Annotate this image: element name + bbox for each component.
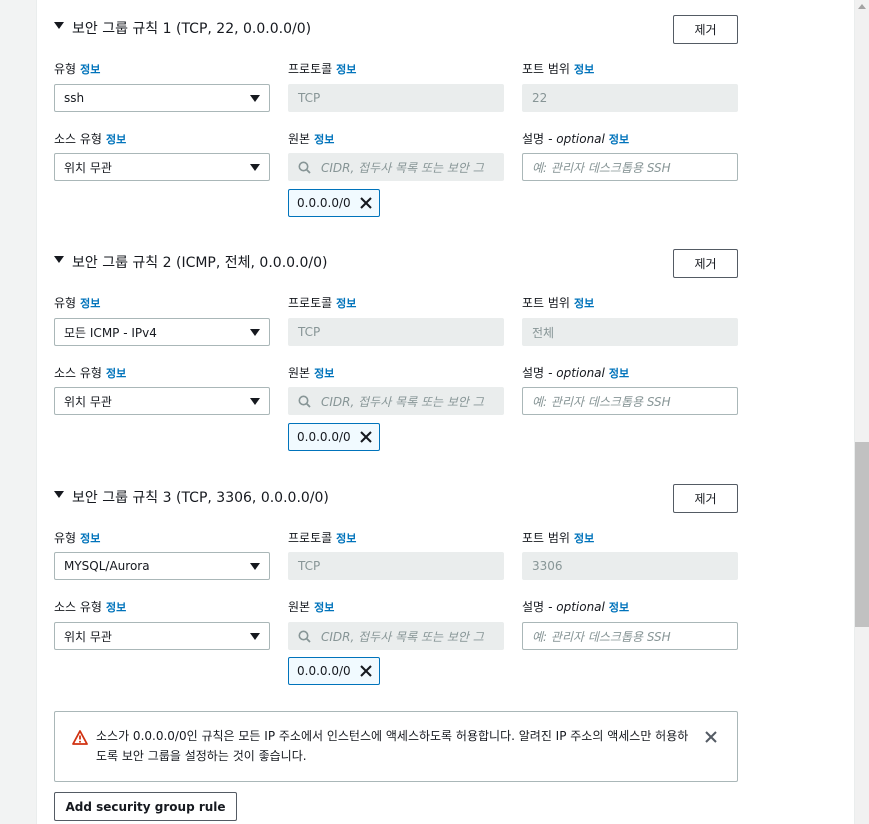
search-icon	[298, 395, 311, 408]
source-search-input[interactable]: CIDR, 접두사 목록 또는 보안 그	[288, 153, 504, 181]
close-icon[interactable]	[359, 664, 373, 678]
port-range-field: 3306	[522, 552, 738, 580]
info-link[interactable]: 정보	[80, 61, 100, 77]
source-search-input[interactable]: CIDR, 접두사 목록 또는 보안 그	[288, 622, 504, 650]
info-link[interactable]: 정보	[106, 365, 126, 381]
type-select[interactable]: 모든 ICMP - IPv4	[54, 318, 270, 346]
close-icon[interactable]	[359, 430, 373, 444]
protocol-field: TCP	[288, 318, 504, 346]
info-link[interactable]: 정보	[314, 365, 334, 381]
remove-rule-button[interactable]: 제거	[673, 249, 738, 278]
source-type-label: 소스 유형 정보	[54, 131, 127, 147]
port-range-label: 포트 범위 정보	[522, 295, 595, 311]
caret-down-icon	[54, 21, 64, 29]
add-security-group-rule-button[interactable]: Add security group rule	[54, 792, 237, 821]
protocol-label: 프로토콜 정보	[288, 295, 357, 311]
protocol-field: TCP	[288, 84, 504, 112]
info-link[interactable]: 정보	[609, 599, 629, 615]
scrollbar-thumb[interactable]	[855, 442, 869, 627]
alert-message: 소스가 0.0.0.0/0인 규칙은 모든 IP 주소에서 인스턴스에 액세스하…	[96, 729, 689, 763]
caret-down-icon	[250, 164, 260, 171]
type-label: 유형 정보	[54, 295, 101, 311]
info-link[interactable]: 정보	[609, 131, 629, 147]
vertical-scrollbar[interactable]	[855, 0, 869, 824]
source-token: 0.0.0.0/0	[288, 423, 380, 451]
source-token: 0.0.0.0/0	[288, 189, 380, 217]
type-select[interactable]: MYSQL/Aurora	[54, 552, 270, 580]
rule-title: 보안 그룹 규칙 2 (ICMP, 전체, 0.0.0.0/0)	[72, 255, 328, 271]
source-label: 원본 정보	[288, 365, 335, 381]
caret-down-icon	[250, 398, 260, 405]
remove-rule-button[interactable]: 제거	[673, 484, 738, 513]
security-group-rule-3: 보안 그룹 규칙 3 (TCP, 3306, 0.0.0.0/0) 제거 유형 정…	[0, 469, 869, 703]
type-select[interactable]: ssh	[54, 84, 270, 112]
description-label: 설명 - optional 정보	[522, 365, 630, 381]
info-link[interactable]: 정보	[574, 61, 594, 77]
description-input[interactable]: 예: 관리자 데스크톱용 SSH	[522, 387, 738, 415]
info-link[interactable]: 정보	[574, 530, 594, 546]
warning-icon	[72, 730, 88, 745]
info-link[interactable]: 정보	[80, 530, 100, 546]
info-link[interactable]: 정보	[574, 295, 594, 311]
port-range-field: 전체	[522, 318, 738, 346]
info-link[interactable]: 정보	[336, 530, 356, 546]
caret-down-icon	[250, 95, 260, 102]
info-link[interactable]: 정보	[80, 295, 100, 311]
info-link[interactable]: 정보	[314, 131, 334, 147]
search-icon	[298, 161, 311, 174]
source-type-label: 소스 유형 정보	[54, 599, 127, 615]
remove-rule-button[interactable]: 제거	[673, 15, 738, 44]
info-link[interactable]: 정보	[336, 295, 356, 311]
caret-down-icon	[250, 563, 260, 570]
warning-alert: 소스가 0.0.0.0/0인 규칙은 모든 IP 주소에서 인스턴스에 액세스하…	[54, 711, 738, 782]
description-label: 설명 - optional 정보	[522, 131, 630, 147]
rule-header-toggle[interactable]: 보안 그룹 규칙 1 (TCP, 22, 0.0.0.0/0)	[52, 8, 311, 48]
port-range-field: 22	[522, 84, 738, 112]
caret-down-icon	[54, 255, 64, 263]
protocol-label: 프로토콜 정보	[288, 530, 357, 546]
info-link[interactable]: 정보	[106, 599, 126, 615]
rule-title: 보안 그룹 규칙 3 (TCP, 3306, 0.0.0.0/0)	[72, 490, 329, 506]
security-group-rule-1: 보안 그룹 규칙 1 (TCP, 22, 0.0.0.0/0) 제거 유형 정보 …	[0, 0, 869, 234]
port-range-label: 포트 범위 정보	[522, 530, 595, 546]
security-group-rule-2: 보안 그룹 규칙 2 (ICMP, 전체, 0.0.0.0/0) 제거 유형 정보…	[0, 234, 869, 468]
protocol-field: TCP	[288, 552, 504, 580]
rule-header-toggle[interactable]: 보안 그룹 규칙 3 (TCP, 3306, 0.0.0.0/0)	[52, 477, 329, 517]
description-label: 설명 - optional 정보	[522, 599, 630, 615]
description-input[interactable]: 예: 관리자 데스크톱용 SSH	[522, 153, 738, 181]
source-search-input[interactable]: CIDR, 접두사 목록 또는 보안 그	[288, 387, 504, 415]
type-label: 유형 정보	[54, 530, 101, 546]
rule-title: 보안 그룹 규칙 1 (TCP, 22, 0.0.0.0/0)	[72, 21, 312, 37]
caret-down-icon	[250, 329, 260, 336]
source-type-select[interactable]: 위치 무관	[54, 387, 270, 415]
close-icon[interactable]	[359, 196, 373, 210]
type-label: 유형 정보	[54, 61, 101, 77]
info-link[interactable]: 정보	[106, 131, 126, 147]
info-link[interactable]: 정보	[609, 365, 629, 381]
caret-down-icon	[54, 490, 64, 498]
source-label: 원본 정보	[288, 599, 335, 615]
close-icon[interactable]	[704, 730, 718, 744]
source-type-label: 소스 유형 정보	[54, 365, 127, 381]
source-token: 0.0.0.0/0	[288, 657, 380, 685]
source-label: 원본 정보	[288, 131, 335, 147]
caret-down-icon	[250, 633, 260, 640]
info-link[interactable]: 정보	[314, 599, 334, 615]
info-link[interactable]: 정보	[336, 61, 356, 77]
rule-header-toggle[interactable]: 보안 그룹 규칙 2 (ICMP, 전체, 0.0.0.0/0)	[52, 242, 328, 282]
scroll-up-icon[interactable]	[858, 4, 866, 9]
protocol-label: 프로토콜 정보	[288, 61, 357, 77]
port-range-label: 포트 범위 정보	[522, 61, 595, 77]
description-input[interactable]: 예: 관리자 데스크톱용 SSH	[522, 622, 738, 650]
source-type-select[interactable]: 위치 무관	[54, 622, 270, 650]
source-type-select[interactable]: 위치 무관	[54, 153, 270, 181]
search-icon	[298, 630, 311, 643]
